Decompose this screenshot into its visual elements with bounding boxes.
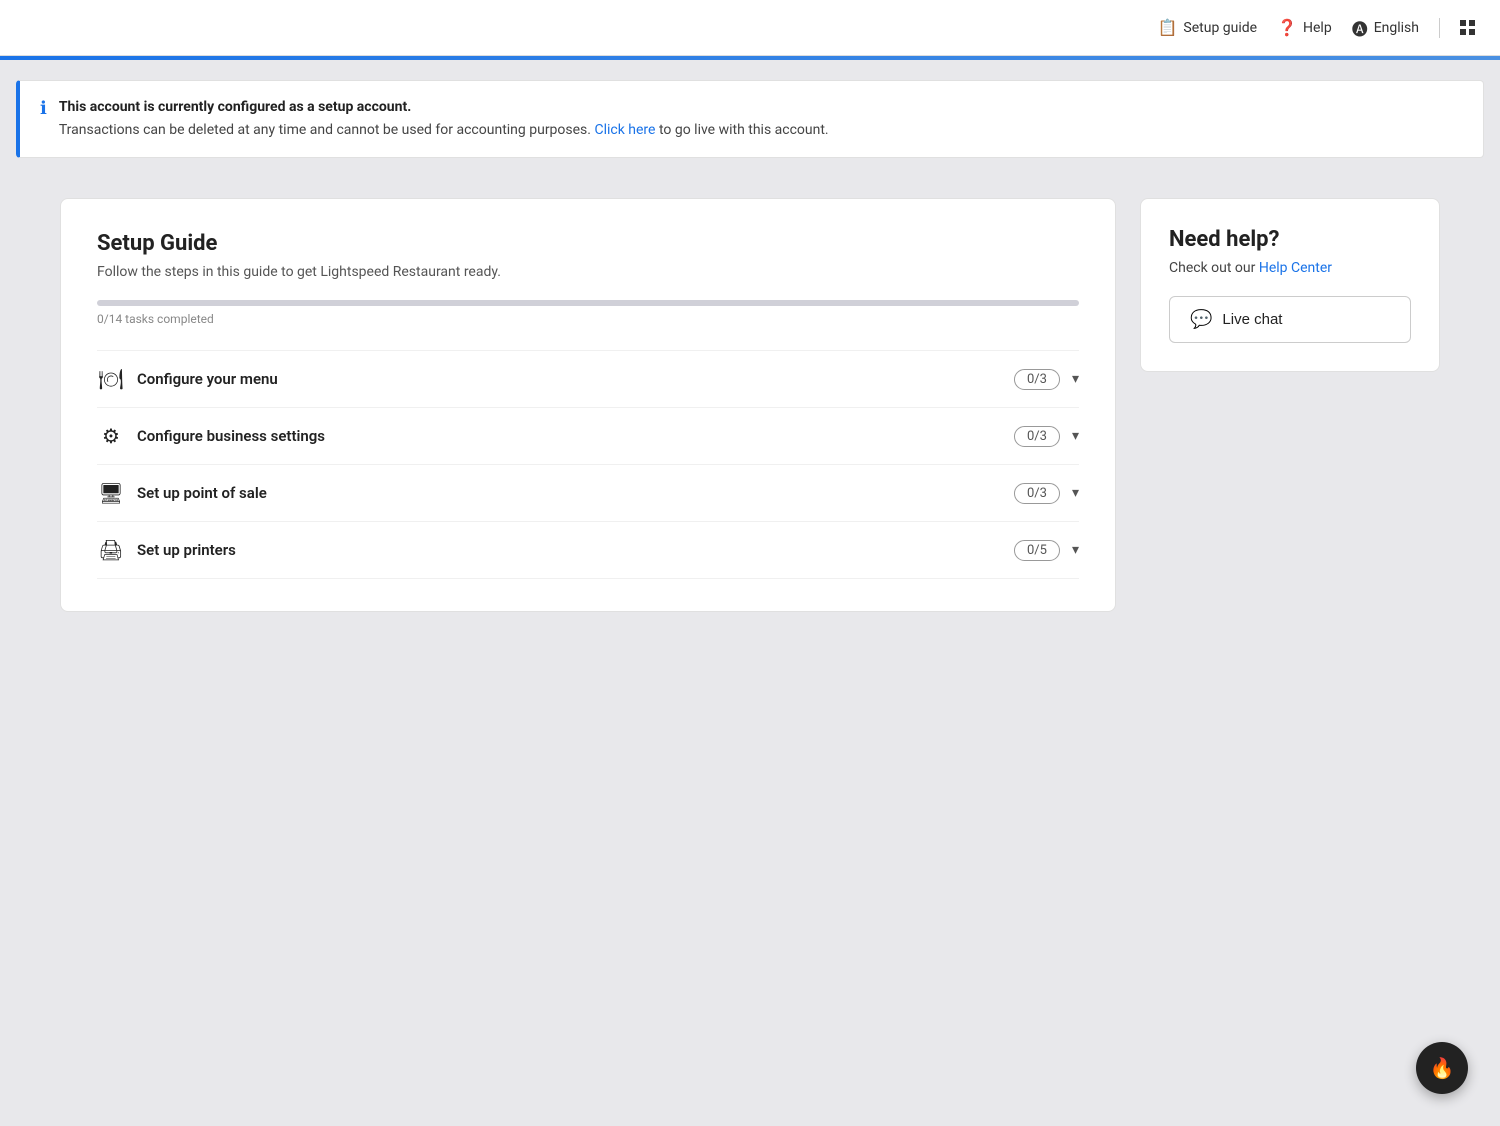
alert-banner: ℹ This account is currently configured a… xyxy=(16,80,1484,158)
help-subtitle: Check out our Help Center xyxy=(1169,260,1411,276)
task-label: Configure your menu xyxy=(137,370,1014,388)
alert-title: This account is currently configured as … xyxy=(59,97,829,118)
setup-guide-nav[interactable]: 📋 Setup guide xyxy=(1157,18,1257,37)
task-icon: 🖥 xyxy=(97,481,125,505)
alert-link[interactable]: Click here xyxy=(594,122,655,138)
progress-bar-container xyxy=(97,300,1079,306)
task-label: Set up printers xyxy=(137,541,1014,559)
setup-guide-card: Setup Guide Follow the steps in this gui… xyxy=(60,198,1116,612)
info-icon: ℹ xyxy=(40,98,47,119)
alert-content: This account is currently configured as … xyxy=(59,97,829,141)
chevron-down-icon: ▾ xyxy=(1072,485,1079,501)
task-row[interactable]: 🖥 Set up point of sale 0/3 ▾ xyxy=(97,464,1079,521)
task-badge: 0/3 xyxy=(1014,426,1060,447)
accent-bar xyxy=(0,56,1500,60)
task-label: Set up point of sale xyxy=(137,484,1014,502)
task-list: 🍽 Configure your menu 0/3 ▾ ⚙ Configure … xyxy=(97,350,1079,579)
setup-guide-title: Setup Guide xyxy=(97,231,1079,256)
topbar-divider xyxy=(1439,18,1440,38)
setup-guide-label: Setup guide xyxy=(1183,20,1257,36)
help-title: Need help? xyxy=(1169,227,1411,252)
chat-icon: 💬 xyxy=(1190,309,1212,330)
live-chat-label: Live chat xyxy=(1222,311,1282,328)
main-content: Setup Guide Follow the steps in this gui… xyxy=(0,178,1500,652)
task-badge: 0/5 xyxy=(1014,540,1060,561)
task-row[interactable]: ⚙ Configure business settings 0/3 ▾ xyxy=(97,407,1079,464)
flame-icon: 🔥 xyxy=(1430,1056,1455,1080)
grid-nav[interactable] xyxy=(1460,20,1476,36)
chevron-down-icon: ▾ xyxy=(1072,428,1079,444)
help-center-link[interactable]: Help Center xyxy=(1259,260,1332,276)
chevron-down-icon: ▾ xyxy=(1072,542,1079,558)
task-label: Configure business settings xyxy=(137,427,1014,445)
alert-body-text: Transactions can be deleted at any time … xyxy=(59,122,591,138)
chevron-down-icon: ▾ xyxy=(1072,371,1079,387)
setup-guide-subtitle: Follow the steps in this guide to get Li… xyxy=(97,264,1079,280)
task-row[interactable]: 🖨 Set up printers 0/5 ▾ xyxy=(97,521,1079,579)
language-label: English xyxy=(1374,20,1419,36)
task-icon: 🍽 xyxy=(97,367,125,391)
help-card: Need help? Check out our Help Center 💬 L… xyxy=(1140,198,1440,372)
task-badge: 0/3 xyxy=(1014,369,1060,390)
task-badge: 0/3 xyxy=(1014,483,1060,504)
alert-link-suffix: to go live with this account. xyxy=(659,122,829,138)
task-row[interactable]: 🍽 Configure your menu 0/3 ▾ xyxy=(97,350,1079,407)
language-nav[interactable]: 🅐 English xyxy=(1352,16,1419,40)
setup-guide-icon: 📋 xyxy=(1157,18,1177,37)
help-icon: ❓ xyxy=(1277,18,1297,37)
fab-button[interactable]: 🔥 xyxy=(1416,1042,1468,1094)
help-label: Help xyxy=(1303,20,1332,36)
topbar: 📋 Setup guide ❓ Help 🅐 English xyxy=(0,0,1500,56)
alert-body: Transactions can be deleted at any time … xyxy=(59,120,829,141)
live-chat-button[interactable]: 💬 Live chat xyxy=(1169,296,1411,343)
task-icon: ⚙ xyxy=(97,424,125,448)
progress-label: 0/14 tasks completed xyxy=(97,312,1079,326)
help-nav[interactable]: ❓ Help xyxy=(1277,18,1332,37)
help-subtitle-prefix: Check out our xyxy=(1169,260,1259,276)
task-icon: 🖨 xyxy=(97,538,125,562)
grid-icon xyxy=(1460,20,1476,36)
language-icon: 🅐 xyxy=(1352,16,1368,40)
